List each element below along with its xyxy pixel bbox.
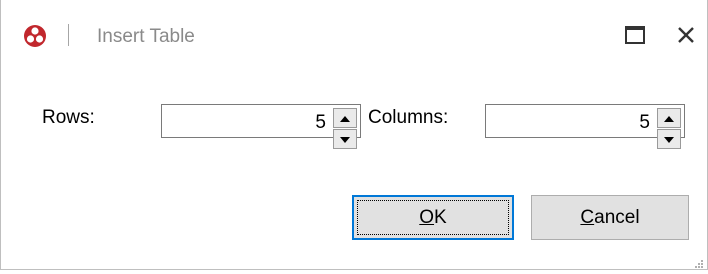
rows-value[interactable]: 5 bbox=[315, 112, 326, 134]
focus-indicator bbox=[357, 200, 509, 235]
columns-label: Columns: bbox=[368, 107, 449, 128]
close-button[interactable] bbox=[667, 22, 705, 52]
close-icon bbox=[677, 26, 695, 49]
title-bar[interactable]: Insert Table bbox=[1, 0, 707, 76]
resize-grip-icon[interactable] bbox=[694, 256, 704, 268]
window-title: Insert Table bbox=[97, 26, 195, 47]
arrow-down-icon bbox=[664, 130, 674, 148]
rows-increment-button[interactable] bbox=[333, 108, 357, 128]
cancel-button[interactable]: Cancel bbox=[531, 195, 689, 240]
columns-spinbox[interactable]: 5 bbox=[485, 104, 685, 149]
cancel-mnemonic: C bbox=[580, 206, 595, 228]
columns-value[interactable]: 5 bbox=[639, 112, 650, 134]
ok-button[interactable]: OK bbox=[352, 195, 514, 240]
maximize-button[interactable] bbox=[617, 22, 653, 52]
rows-spin-buttons bbox=[333, 108, 357, 149]
arrow-up-icon bbox=[664, 109, 674, 127]
arrow-down-icon bbox=[340, 130, 350, 148]
columns-spin-buttons bbox=[657, 108, 681, 149]
rows-spinbox[interactable]: 5 bbox=[161, 104, 361, 149]
cancel-button-label: Cancel bbox=[580, 207, 639, 229]
rows-decrement-button[interactable] bbox=[333, 129, 357, 149]
cancel-label-rest: ancel bbox=[594, 206, 640, 228]
maximize-icon bbox=[625, 25, 645, 49]
rows-label: Rows: bbox=[42, 107, 95, 128]
title-separator bbox=[68, 24, 69, 46]
insert-table-dialog: Insert Table Rows: 5 Columns: 5 OK Cance… bbox=[0, 0, 708, 270]
app-logo-icon bbox=[23, 24, 47, 48]
columns-increment-button[interactable] bbox=[657, 108, 681, 128]
arrow-up-icon bbox=[340, 109, 350, 127]
columns-decrement-button[interactable] bbox=[657, 129, 681, 149]
